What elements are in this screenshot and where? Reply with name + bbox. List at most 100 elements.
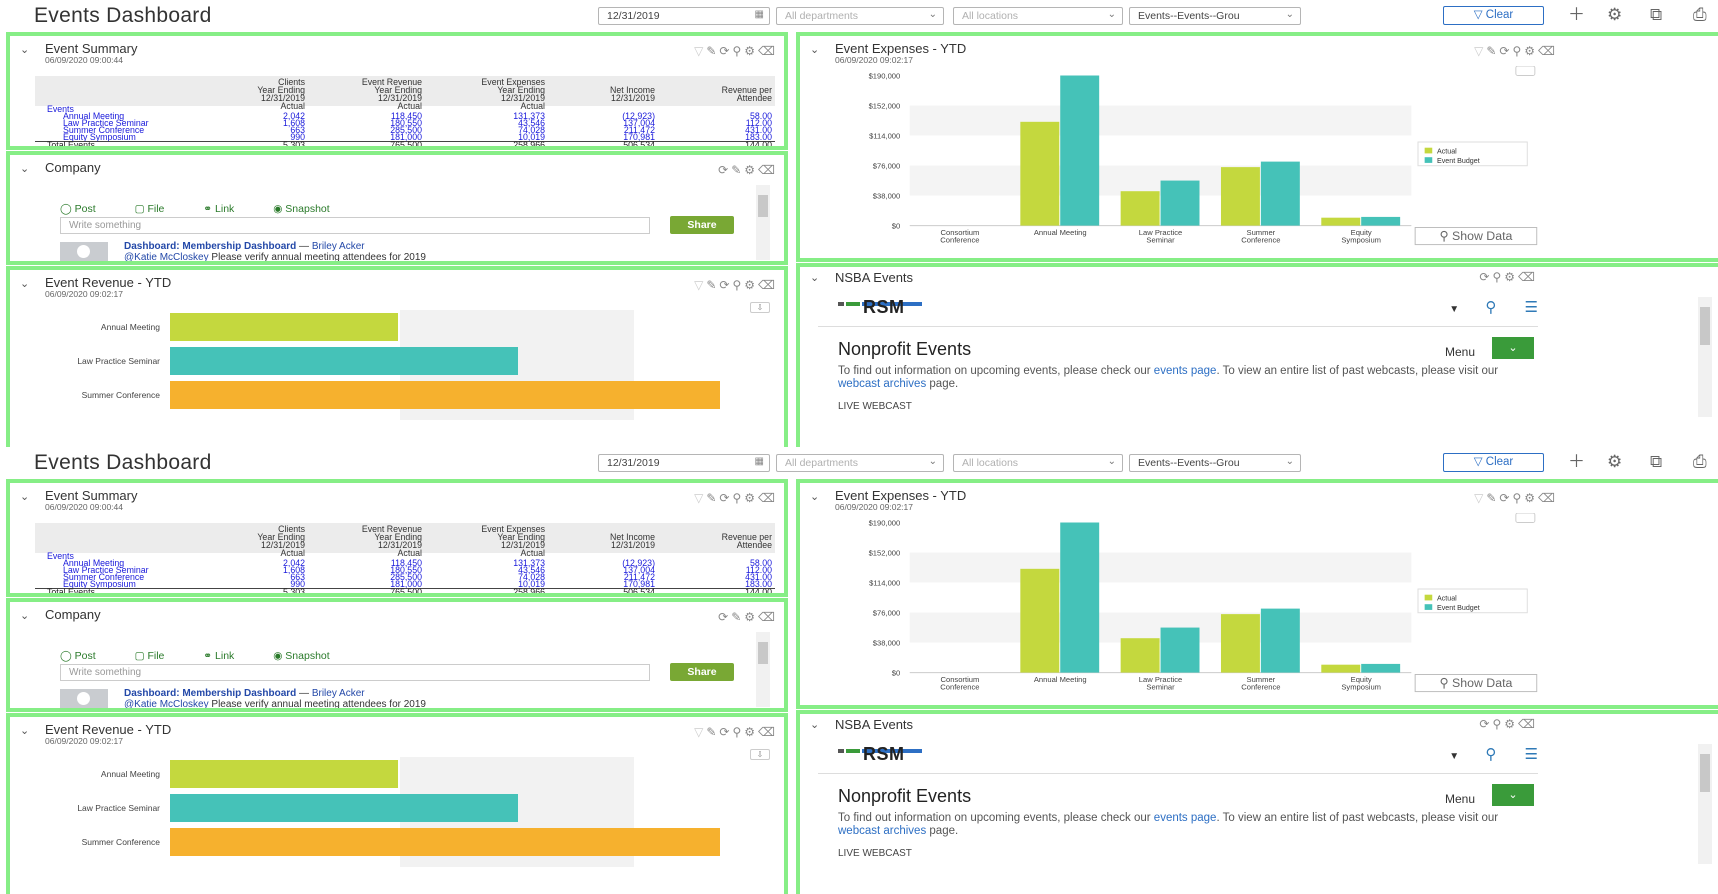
post-input[interactable]: Write something	[60, 217, 650, 234]
filter-icon[interactable]: ▽	[694, 44, 706, 58]
caret-down-icon[interactable]: ▼	[1449, 304, 1459, 315]
gear-icon[interactable]: ⚙	[744, 491, 758, 505]
refresh-icon[interactable]: ⟳	[1479, 270, 1492, 284]
webcast-archives-link[interactable]: webcast archives	[838, 825, 926, 837]
share-button[interactable]: Share	[670, 216, 734, 234]
scrollbar-thumb[interactable]	[1700, 307, 1710, 345]
scrollbar-thumb[interactable]	[758, 642, 768, 664]
download-icon[interactable]	[1515, 66, 1536, 76]
chevron-down-icon[interactable]: ⌄	[20, 609, 29, 622]
filter-icon[interactable]: ▽	[694, 725, 706, 739]
scrollbar-thumb[interactable]	[1700, 754, 1710, 792]
delete-icon[interactable]: ⌫	[1538, 491, 1558, 505]
clear-button[interactable]: ▽ Clear	[1443, 453, 1544, 472]
scrollbar[interactable]	[1698, 744, 1712, 864]
expense-bar[interactable]	[1361, 663, 1401, 673]
search-icon[interactable]: ⚲	[1485, 746, 1496, 763]
refresh-icon[interactable]: ⟳	[719, 44, 732, 58]
gear-icon[interactable]: ⚙	[744, 44, 758, 58]
filter-icon[interactable]: ▽	[1474, 44, 1486, 58]
search-icon[interactable]: ⚲	[732, 491, 744, 505]
gear-icon[interactable]: ⚙	[1504, 717, 1518, 731]
locations-select[interactable]: All locations ⌄	[953, 454, 1123, 472]
edit-icon[interactable]: ✎	[706, 278, 719, 292]
gear-icon[interactable]: ⚙	[1524, 491, 1538, 505]
search-icon[interactable]: ⚲	[732, 725, 744, 739]
edit-icon[interactable]: ✎	[706, 491, 719, 505]
edit-icon[interactable]: ✎	[706, 44, 719, 58]
refresh-icon[interactable]: ⟳	[718, 163, 731, 177]
scrollbar[interactable]	[756, 632, 770, 707]
link-button[interactable]: ⚭ Link	[203, 650, 252, 662]
post-input[interactable]: Write something	[60, 664, 650, 681]
expense-bar[interactable]	[1060, 75, 1100, 226]
gear-icon[interactable]: ⚙	[744, 163, 758, 177]
file-button[interactable]: ▢ File	[135, 650, 183, 662]
feed-item-title[interactable]: Dashboard: Membership Dashboard — Briley…	[124, 241, 365, 252]
expense-bar[interactable]	[1321, 664, 1361, 673]
gear-icon[interactable]: ⚙	[744, 610, 758, 624]
delete-icon[interactable]: ⌫	[758, 491, 778, 505]
post-button[interactable]: ◯ Post	[60, 650, 114, 662]
delete-icon[interactable]: ⌫	[758, 278, 778, 292]
search-icon[interactable]: ⚲	[1492, 270, 1504, 284]
delete-icon[interactable]: ⌫	[758, 163, 778, 177]
chevron-down-icon[interactable]: ⌄	[20, 490, 29, 503]
gear-icon[interactable]: ⚙	[1607, 452, 1622, 472]
expense-bar[interactable]	[1220, 167, 1260, 226]
chevron-down-icon[interactable]: ⌄	[20, 162, 29, 175]
expense-bar[interactable]	[1020, 121, 1060, 226]
delete-icon[interactable]: ⌫	[758, 610, 778, 624]
filter-icon[interactable]: ▽	[694, 491, 706, 505]
delete-icon[interactable]: ⌫	[1538, 44, 1558, 58]
delete-icon[interactable]: ⌫	[1518, 717, 1538, 731]
copy-icon[interactable]: ⧉	[1650, 452, 1662, 472]
group-select[interactable]: Events--Events--Grou ⌄	[1129, 7, 1301, 25]
filter-icon[interactable]: ▽	[1474, 491, 1486, 505]
expense-bar[interactable]	[1160, 180, 1200, 226]
departments-select[interactable]: All departments ⌄	[776, 454, 944, 472]
revenue-bar[interactable]	[170, 828, 720, 856]
gear-icon[interactable]: ⚙	[1524, 44, 1538, 58]
gear-icon[interactable]: ⚙	[744, 278, 758, 292]
plus-icon[interactable]: ＋	[1568, 452, 1585, 472]
date-filter[interactable]: 12/31/2019 ▦	[598, 454, 770, 472]
filter-icon[interactable]: ▽	[694, 278, 706, 292]
refresh-icon[interactable]: ⟳	[1479, 717, 1492, 731]
expense-bar[interactable]	[1260, 608, 1300, 673]
snapshot-button[interactable]: ◉ Snapshot	[273, 650, 347, 662]
expense-bar[interactable]	[1361, 216, 1401, 226]
expense-bar[interactable]	[1260, 161, 1300, 226]
edit-icon[interactable]: ✎	[731, 163, 744, 177]
chevron-down-icon[interactable]: ⌄	[810, 271, 819, 284]
revenue-bar[interactable]	[170, 794, 518, 822]
rsm-logo[interactable]: RSM	[863, 744, 905, 765]
edit-icon[interactable]: ✎	[731, 610, 744, 624]
expense-bar[interactable]	[1321, 217, 1361, 226]
feed-item-title[interactable]: Dashboard: Membership Dashboard — Briley…	[124, 688, 365, 699]
download-icon[interactable]	[1515, 513, 1536, 523]
hamburger-icon[interactable]: ☰	[1525, 299, 1538, 316]
gear-icon[interactable]: ⚙	[1607, 5, 1622, 25]
delete-icon[interactable]: ⌫	[758, 44, 778, 58]
chevron-down-icon[interactable]: ⌄	[20, 277, 29, 290]
refresh-icon[interactable]: ⟳	[719, 725, 732, 739]
menu-button[interactable]: ⌄	[1492, 337, 1534, 359]
chevron-down-icon[interactable]: ⌄	[20, 43, 29, 56]
search-icon[interactable]: ⚲	[732, 44, 744, 58]
refresh-icon[interactable]: ⟳	[719, 491, 732, 505]
expense-bar[interactable]	[1020, 568, 1060, 673]
edit-icon[interactable]: ✎	[1486, 44, 1499, 58]
caret-down-icon[interactable]: ▼	[1449, 751, 1459, 762]
edit-icon[interactable]: ✎	[1486, 491, 1499, 505]
departments-select[interactable]: All departments ⌄	[776, 7, 944, 25]
expense-bar[interactable]	[1220, 614, 1260, 673]
gear-icon[interactable]: ⚙	[1504, 270, 1518, 284]
scrollbar[interactable]	[756, 185, 770, 260]
edit-icon[interactable]: ✎	[706, 725, 719, 739]
copy-icon[interactable]: ⧉	[1650, 5, 1662, 25]
locations-select[interactable]: All locations ⌄	[953, 7, 1123, 25]
revenue-bar[interactable]	[170, 760, 398, 788]
events-page-link[interactable]: events page	[1154, 365, 1217, 377]
delete-icon[interactable]: ⌫	[758, 725, 778, 739]
